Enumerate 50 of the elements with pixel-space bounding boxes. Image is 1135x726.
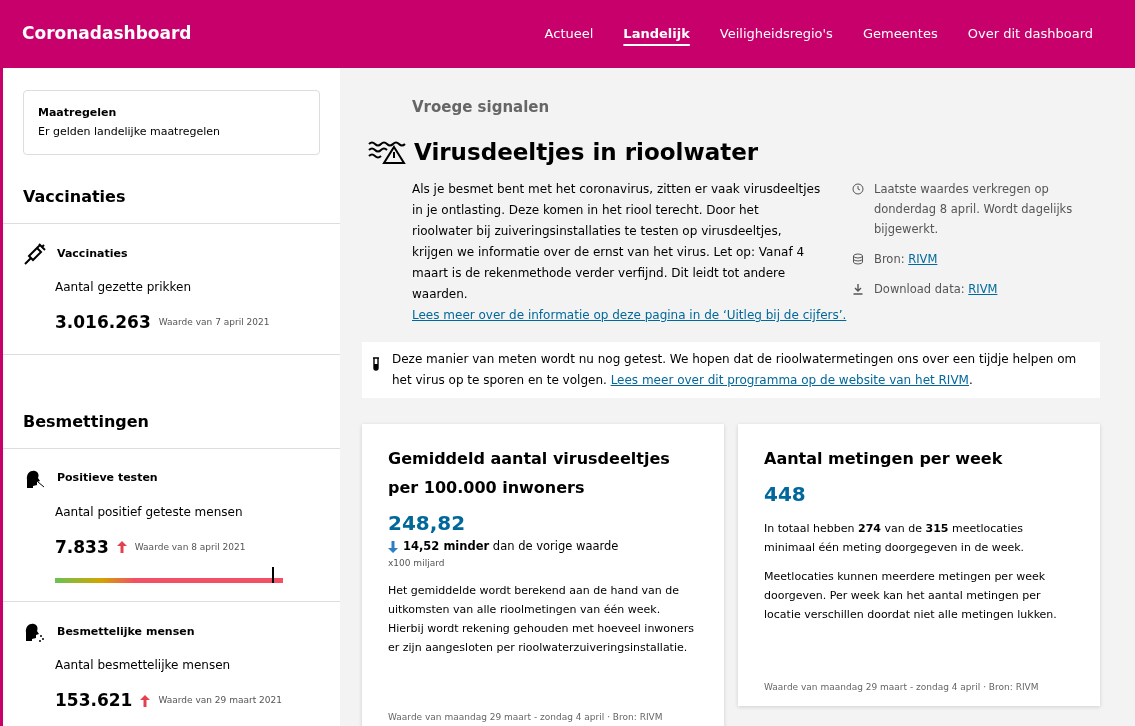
- syringe-icon: [23, 242, 47, 266]
- card-footer: Waarde van maandag 29 maart - zondag 4 april · Bron: RIVM: [388, 710, 698, 724]
- metric-date: Waarde van 29 maart 2021: [158, 694, 282, 707]
- measures-text: Er gelden landelijke maatregelen: [38, 123, 222, 140]
- section-label: Vroege signalen: [412, 97, 551, 118]
- rivm-link[interactable]: RIVM: [908, 252, 938, 266]
- meta-text: Laatste waardes verkregen op donderdag 8 april. Wordt dagelijks bijgewerkt.: [874, 181, 1074, 238]
- metric-date: Waarde van 8 april 2021: [134, 540, 246, 554]
- metric-date: Waarde van 7 april 2021: [158, 316, 270, 329]
- metric-description: Aantal positief geteste mensen: [55, 503, 244, 521]
- metric-title[interactable]: Besmettelijke mensen: [57, 623, 195, 641]
- card-value: 248,82: [388, 510, 467, 537]
- section-heading: Vaccinaties: [3, 155, 340, 224]
- card-title: Aantal metingen per week: [764, 448, 1004, 470]
- explanation-link[interactable]: Lees meer over de informatie op deze pagina in de ‘Uitleg bij de cijfers’.: [412, 308, 847, 322]
- change-text: 14,52 minder dan de vorige waarde: [403, 538, 619, 555]
- card-paragraph: Het gemiddelde wordt berekend aan de hand van de uitkomsten van alle rioolmetingen van één week. Hierbij wordt rekening gehouden met hoeveel inwoners er zijn aangesloten per rioolwaterzuiveringsinstallatie.: [388, 582, 696, 656]
- measures-title: Maatregelen: [38, 105, 118, 121]
- test-tube-icon: [372, 357, 380, 371]
- metric-title[interactable]: Vaccinaties: [57, 245, 128, 263]
- notice-text: Deze manier van meten wordt nu nog getest. We hopen dat de rioolwatermetingen ons over een tijdje helpen om het virus op te sporen en te volgen. Lees meer over dit programma op de website van het RIVM.: [392, 351, 1078, 389]
- meta-text: Bron: RIVM: [874, 251, 938, 268]
- nav-link[interactable]: Landelijk: [623, 24, 690, 44]
- head-icon: [23, 621, 45, 643]
- nav-link[interactable]: Gemeentes: [862, 24, 938, 44]
- nav-link[interactable]: Actueel: [544, 24, 594, 44]
- metric-value: 7.833: [55, 535, 109, 559]
- database-icon: [852, 253, 864, 265]
- card-title: Gemiddeld aantal virusdeeltjes per 100.000 inwoners: [388, 448, 671, 499]
- page-title: Virusdeeltjes in rioolwater: [414, 137, 759, 167]
- metric-value: 153.621: [55, 689, 133, 712]
- nav-link[interactable]: Veiligheidsregio's: [719, 24, 833, 44]
- metric-title[interactable]: Positieve testen: [57, 470, 158, 487]
- card-paragraph: Meetlocaties kunnen meerdere metingen per week doorgeven. Per week kan het aantal metingen per locatie verschillen doordat niet alle metingen lukken.: [764, 569, 1058, 623]
- card-value: 448: [764, 481, 807, 508]
- site-title[interactable]: Coronadashboard: [22, 21, 545, 47]
- meta-text: Download data: RIVM: [874, 281, 998, 298]
- metric-description: Aantal besmettelijke mensen: [55, 657, 232, 674]
- download-icon: [852, 283, 864, 295]
- card-footer: Waarde van maandag 29 maart - zondag 4 april · Bron: RIVM: [764, 680, 1074, 694]
- metric-value: 3.016.263: [55, 311, 151, 334]
- measures-card[interactable]: Maatregelen Er gelden landelijke maatregelen: [23, 90, 320, 155]
- section-heading: Besmettingen: [3, 354, 340, 449]
- metric-description: Aantal gezette prikken: [55, 279, 192, 296]
- nav-link[interactable]: Over dit dashboard: [967, 24, 1093, 44]
- card-paragraph: In totaal hebben 274 van de 315 meetlocaties minimaal één meting doorgegeven in de week.: [764, 521, 1026, 556]
- rivm-link[interactable]: RIVM: [968, 282, 998, 296]
- clock-icon: [852, 183, 864, 195]
- unit-label: x100 miljard: [388, 557, 446, 571]
- rivm-program-link[interactable]: Lees meer over dit programma op de website van het RIVM: [610, 373, 969, 387]
